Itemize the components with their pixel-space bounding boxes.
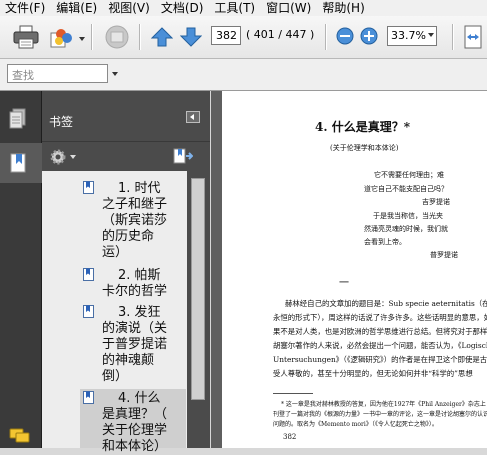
attach-disabled-icon (105, 25, 129, 49)
previous-page-icon[interactable] (151, 27, 173, 47)
bookmark-line: 是真理？（ (102, 407, 168, 422)
body-line: 赫林经自己的文章加的题目是：Sub specie aeternitatis（在 (285, 299, 487, 308)
zoom-in-icon[interactable] (360, 27, 378, 45)
epigraph-source: 普罗提诺 (430, 251, 458, 259)
page-number: 382 (283, 433, 297, 441)
chapter-subtitle: (关于伦理学和本体论) (330, 144, 399, 152)
scrollbar-thumb[interactable] (191, 178, 205, 400)
epigraph-line: 于是我当称信，当光夹 (373, 212, 443, 220)
epigraph-line: 然涌亮灵魂的时候，我们就 (364, 225, 448, 233)
bookmark-item-1[interactable]: 1. 时代 之子和继子 （斯宾诺莎 的历史命 运） (102, 181, 186, 261)
bookmark-item-2[interactable]: 2. 帕斯 卡尔的哲学 (102, 268, 186, 300)
zoom-out-icon[interactable] (336, 27, 354, 45)
bookmark-icon (10, 153, 26, 173)
bookmark-line: 运） (102, 245, 129, 260)
search-dropdown-icon[interactable] (112, 72, 118, 76)
bookmark-line: 卡尔的哲学 (102, 284, 168, 299)
bookmark-item-icon (83, 181, 94, 194)
page-number-input[interactable]: 382 (211, 26, 241, 45)
footnote-line: 刊登了一篇对我的《根源的力量》一书中一章的评论，这一章是讨论胡塞尔的认识论学 (273, 411, 487, 418)
bookmark-line: 的历史命 (102, 229, 155, 244)
menu-tools[interactable]: 工具(T) (209, 0, 261, 16)
body-line: 永恒的形式下），周这样的话说了许多许多。这些话明显的意思，如 (273, 313, 487, 322)
bookmark-line: （斯宾诺莎 (102, 213, 168, 228)
bookmark-line: 4. 什么 (118, 391, 161, 406)
epigraph-line: 会看到上帝。 (364, 238, 406, 246)
collaborate-icon[interactable] (49, 25, 75, 49)
bookmark-line: 2. 帕斯 (118, 268, 161, 283)
bookmark-line: 之子和继子 (102, 197, 168, 212)
menu-file[interactable]: 文件(F) (0, 0, 51, 16)
expand-bookmark-icon[interactable] (173, 147, 193, 165)
bookmark-line: 1. 时代 (118, 181, 161, 196)
chevron-left-icon (190, 114, 194, 120)
fit-width-icon[interactable] (463, 25, 483, 49)
document-page[interactable]: 4. 什么是真理？* (关于伦理学和本体论) 它不需要任何理由；难 道它自己不能… (222, 91, 487, 448)
bookmark-line: 和本体论） (102, 439, 168, 454)
menu-document[interactable]: 文档(D) (156, 0, 210, 16)
search-bar: 查找 (0, 59, 487, 91)
menu-edit[interactable]: 编辑(E) (51, 0, 103, 16)
pages-icon[interactable] (8, 108, 28, 130)
next-page-icon[interactable] (180, 27, 202, 47)
toolbar: 382 ( 401 / 447 ) 33.7% (0, 16, 487, 59)
gear-icon[interactable] (49, 148, 67, 166)
menu-help[interactable]: 帮助(H) (317, 0, 370, 16)
zoom-value: 33.7% (391, 29, 426, 42)
bookmarks-toolbar (42, 141, 210, 172)
bookmark-item-icon (83, 391, 94, 404)
menu-bar: 文件(F) 编辑(E) 视图(V) 文档(D) 工具(T) 窗口(W) 帮助(H… (0, 0, 487, 16)
bookmark-line: 的演说（关 (102, 321, 168, 336)
epigraph-source: 吉罗提诺 (422, 198, 450, 206)
zoom-select[interactable]: 33.7% (387, 26, 437, 46)
bookmark-line: 3. 发狂 (118, 305, 161, 320)
section-mark: 一 (339, 278, 349, 289)
footnote-line: 问题的。取名为《Memento mori》（《令人忆起死亡之物》）。 (273, 421, 438, 428)
search-input[interactable]: 查找 (7, 64, 108, 83)
comment-icon[interactable] (9, 428, 31, 444)
bookmarks-tab[interactable] (0, 143, 42, 183)
search-placeholder: 查找 (12, 69, 34, 82)
bookmark-item-icon (83, 305, 94, 318)
epigraph-line: 它不需要任何理由；难 (374, 171, 444, 179)
epigraph-line: 道它自己不能支配自己吗？ (364, 185, 448, 193)
bookmark-line: 于普罗提诺 (102, 337, 168, 352)
chevron-down-icon (428, 33, 434, 37)
bookmark-item-3[interactable]: 3. 发狂 的演说（关 于普罗提诺 的神魂颠 倒） (102, 305, 186, 385)
options-dropdown-icon[interactable] (70, 155, 76, 159)
body-line: Untersuchungen》（《逻辑研究》）的作者是在捍卫这个即使是古代 (273, 355, 487, 364)
bookmarks-panel-header: 书签 (42, 91, 210, 141)
bookmark-item-4[interactable]: 4. 什么 是真理？（ 关于伦理学 和本体论） (102, 391, 186, 455)
bookmark-line: 的神魂颠 (102, 353, 155, 368)
menu-window[interactable]: 窗口(W) (261, 0, 317, 16)
navigation-rail (0, 91, 42, 448)
bookmark-line: 关于伦理学 (102, 423, 168, 438)
body-line: 受人尊敬的，甚至十分明显的，但无论如何并非“科学的”思想 (273, 369, 473, 378)
collapse-panel-button[interactable] (186, 111, 200, 123)
chapter-title: 4. 什么是真理？* (315, 120, 410, 134)
collaborate-dropdown-icon[interactable] (79, 37, 85, 41)
body-line: 果不是对人类，也是对欧洲的哲学思维进行总结。但将究对于那样 (273, 327, 487, 336)
footnote-line: * 这一章是我对赫林教授的答复，因为他在1927年《Phil Anzeiger》… (281, 401, 486, 408)
panel-title: 书签 (49, 115, 74, 129)
bookmark-line: 倒） (102, 369, 129, 384)
body-line: 胡塞尔著作的人来说，必然会提出一个问题，能否认为，《Logische (273, 341, 487, 350)
bookmark-item-icon (83, 268, 94, 281)
menu-view[interactable]: 视图(V) (103, 0, 156, 16)
print-icon[interactable] (13, 25, 39, 49)
page-count: ( 401 / 447 ) (246, 28, 315, 41)
footnote-rule (273, 393, 313, 394)
